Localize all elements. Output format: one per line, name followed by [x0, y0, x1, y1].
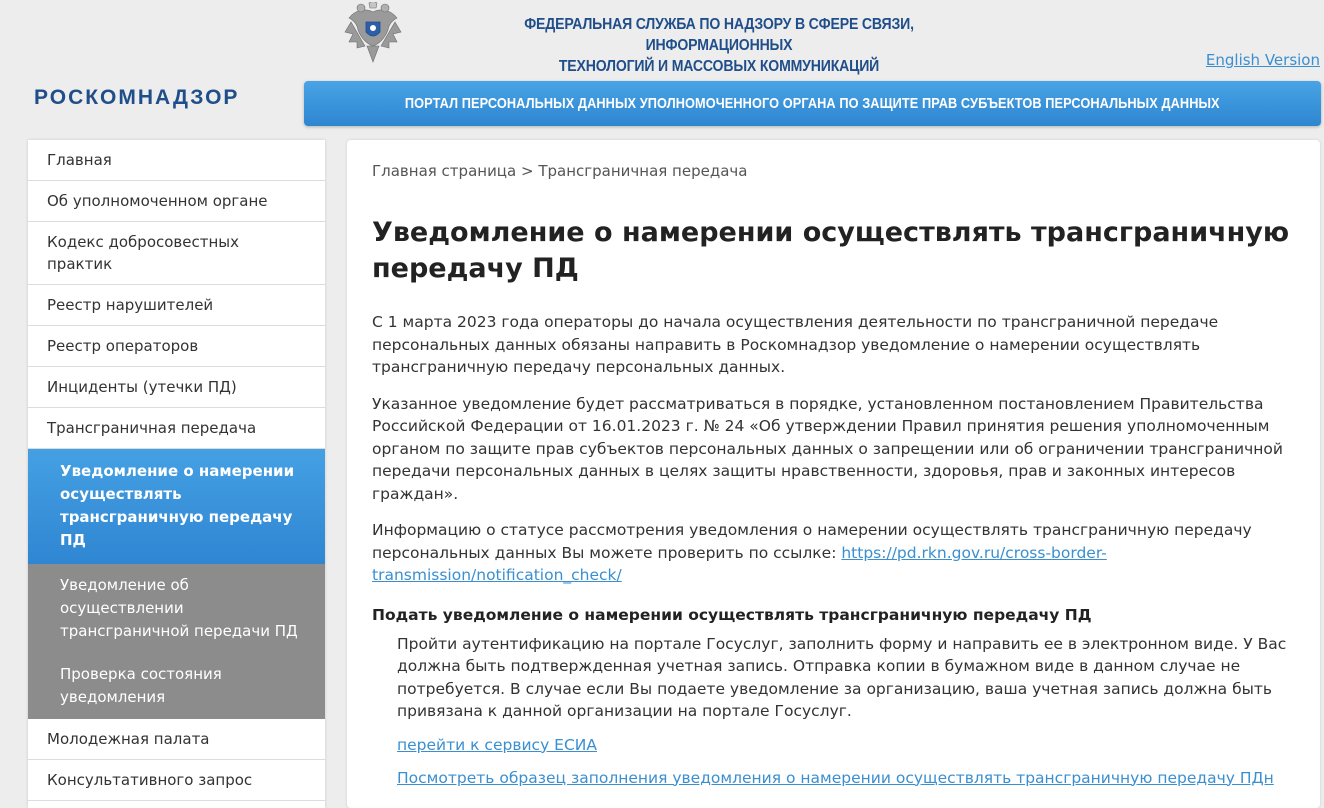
site-header: ФЕДЕРАЛЬНАЯ СЛУЖБА ПО НАДЗОРУ В СФЕРЕ СВ…: [0, 0, 1324, 132]
sample-form-link[interactable]: Посмотреть образец заполнения уведомлени…: [397, 769, 1274, 787]
nav-submenu: Уведомление о намерении осуществлять тра…: [28, 449, 325, 719]
esia-service-link[interactable]: перейти к сервису ЕСИА: [397, 736, 597, 754]
nav-subitem-status-check[interactable]: Проверка состояния уведомления: [28, 653, 325, 719]
nav-item-cross-border[interactable]: Трансграничная передача: [28, 408, 325, 449]
portal-banner-text: ПОРТАЛ ПЕРСОНАЛЬНЫХ ДАННЫХ УПОЛНОМОЧЕННО…: [405, 95, 1220, 112]
agency-title: ФЕДЕРАЛЬНАЯ СЛУЖБА ПО НАДЗОРУ В СФЕРЕ СВ…: [451, 14, 986, 77]
english-version-link[interactable]: English Version: [1206, 51, 1320, 69]
nav-item-code-of-practice[interactable]: Кодекс добросовестных практик: [28, 222, 325, 285]
nav-subitem-intent-notification[interactable]: Уведомление о намерении осуществлять тра…: [28, 449, 325, 564]
page-title: Уведомление о намерении осуществлять тра…: [372, 217, 1290, 284]
sample-link-line: Посмотреть образец заполнения уведомлени…: [397, 767, 1294, 789]
agency-title-line-2: ТЕХНОЛОГИЙ И МАССОВЫХ КОММУНИКАЦИЙ: [558, 58, 880, 75]
breadcrumb-separator: >: [516, 162, 539, 180]
esia-link-line: перейти к сервису ЕСИА: [397, 734, 1294, 756]
nav-item-youth-chamber[interactable]: Молодежная палата: [28, 719, 325, 760]
submit-instructions: Пройти аутентификацию на портале Госуслу…: [397, 634, 1287, 721]
main-content: Главная страница > Трансграничная переда…: [347, 140, 1320, 808]
status-check-paragraph: Информацию о статусе рассмотрения уведом…: [372, 519, 1294, 587]
sidebar-nav: Главная Об уполномоченном органе Кодекс …: [28, 140, 325, 808]
agency-title-line-1: ФЕДЕРАЛЬНАЯ СЛУЖБА ПО НАДЗОРУ В СФЕРЕ СВ…: [524, 16, 914, 54]
nav-item-consultation[interactable]: Консультативного запрос: [28, 760, 325, 801]
breadcrumb-home-link[interactable]: Главная страница: [372, 162, 516, 180]
submit-section-heading: Подать уведомление о намерении осуществл…: [372, 605, 1092, 624]
nav-subitem-transfer-notification[interactable]: Уведомление об осуществлении трансгранич…: [28, 564, 325, 653]
nav-item-about[interactable]: Об уполномоченном органе: [28, 181, 325, 222]
submit-section: Пройти аутентификацию на портале Госуслу…: [372, 633, 1294, 789]
nav-item-violators-registry[interactable]: Реестр нарушителей: [28, 285, 325, 326]
nav-item-operators-registry[interactable]: Реестр операторов: [28, 326, 325, 367]
portal-banner[interactable]: ПОРТАЛ ПЕРСОНАЛЬНЫХ ДАННЫХ УПОЛНОМОЧЕННО…: [304, 81, 1321, 126]
regulation-paragraph: Указанное уведомление будет рассматриват…: [372, 394, 1283, 503]
intro-paragraph: С 1 марта 2023 года операторы до начала …: [372, 313, 1219, 376]
status-check-text: Информацию о статусе рассмотрения уведом…: [372, 521, 1252, 562]
breadcrumb: Главная страница > Трансграничная переда…: [372, 161, 1294, 181]
nav-item-incidents[interactable]: Инциденты (утечки ПД): [28, 367, 325, 408]
site-logo[interactable]: РОСКОМНАДЗОР: [34, 86, 239, 110]
nav-item-home[interactable]: Главная: [28, 140, 325, 181]
breadcrumb-current: Трансграничная передача: [538, 162, 748, 180]
eagle-emblem-icon: [344, 2, 402, 63]
